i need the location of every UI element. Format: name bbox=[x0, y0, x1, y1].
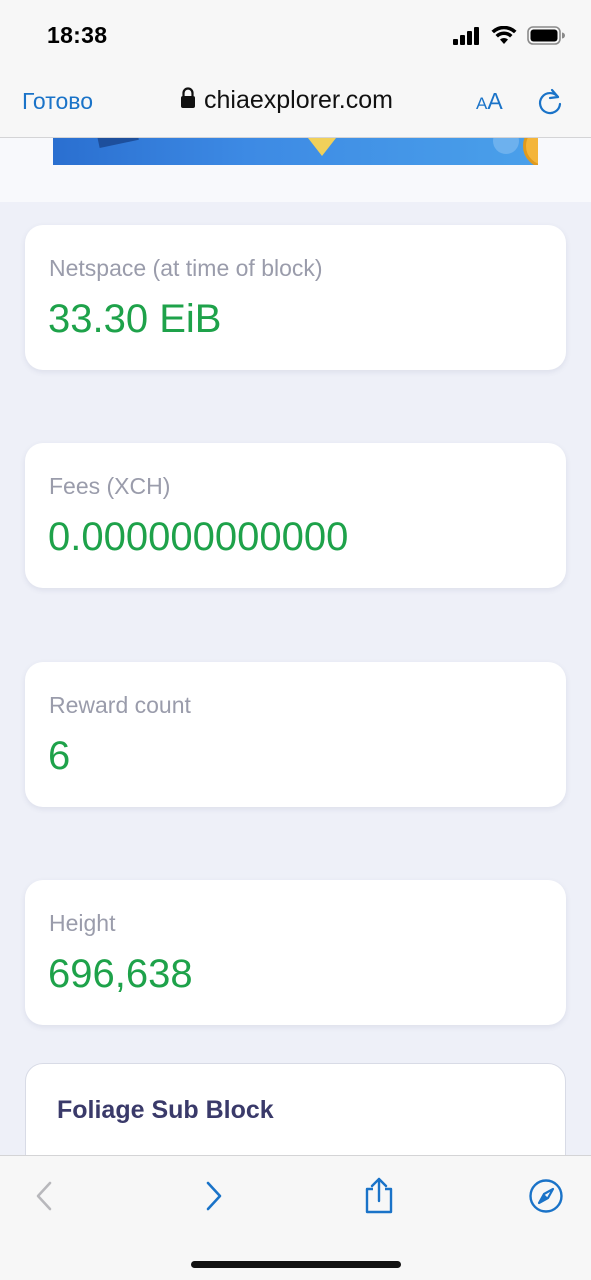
card-label: Fees (XCH) bbox=[49, 473, 171, 499]
card-value: 6 bbox=[48, 734, 71, 778]
fees-card: Fees (XCH) 0.000000000000 bbox=[25, 443, 566, 588]
status-bar: 18:38 bbox=[0, 0, 591, 68]
height-card: Height 696,638 bbox=[25, 880, 566, 1025]
card-label: Height bbox=[49, 910, 116, 936]
lock-icon bbox=[180, 87, 196, 114]
netspace-card: Netspace (at time of block) 33.30 EiB bbox=[25, 225, 566, 370]
status-icons bbox=[453, 25, 565, 50]
card-value: 33.30 EiB bbox=[48, 297, 222, 341]
share-icon bbox=[363, 1177, 395, 1220]
browser-url-bar: Готово chiaexplorer.com AA bbox=[0, 68, 591, 138]
text-size-button[interactable]: AA bbox=[476, 88, 503, 115]
open-in-safari-button[interactable] bbox=[526, 1178, 566, 1218]
section-title: Foliage Sub Block bbox=[57, 1096, 274, 1124]
home-indicator[interactable] bbox=[191, 1261, 401, 1268]
text-size-large-glyph: A bbox=[487, 88, 503, 114]
url-text: chiaexplorer.com bbox=[204, 86, 393, 114]
wifi-icon bbox=[491, 25, 517, 50]
reload-button[interactable] bbox=[536, 88, 564, 121]
signal-icon bbox=[453, 26, 481, 50]
done-button[interactable]: Готово bbox=[22, 88, 93, 115]
back-button[interactable] bbox=[24, 1178, 64, 1218]
forward-button[interactable] bbox=[194, 1178, 234, 1218]
card-label: Netspace (at time of block) bbox=[49, 255, 323, 281]
forward-chevron-icon bbox=[204, 1180, 224, 1217]
share-button[interactable] bbox=[359, 1177, 399, 1220]
compass-icon bbox=[528, 1178, 564, 1219]
card-label: Reward count bbox=[49, 692, 191, 718]
card-value: 0.000000000000 bbox=[48, 515, 349, 559]
banner-image[interactable] bbox=[53, 138, 538, 165]
battery-icon bbox=[527, 26, 565, 50]
reload-icon bbox=[536, 88, 564, 120]
back-chevron-icon bbox=[34, 1180, 54, 1217]
card-value: 696,638 bbox=[48, 952, 193, 996]
reward-count-card: Reward count 6 bbox=[25, 662, 566, 807]
text-size-small-glyph: A bbox=[476, 94, 488, 113]
banner-area bbox=[0, 138, 591, 202]
status-time: 18:38 bbox=[47, 22, 108, 48]
address-field[interactable]: chiaexplorer.com bbox=[180, 86, 393, 115]
